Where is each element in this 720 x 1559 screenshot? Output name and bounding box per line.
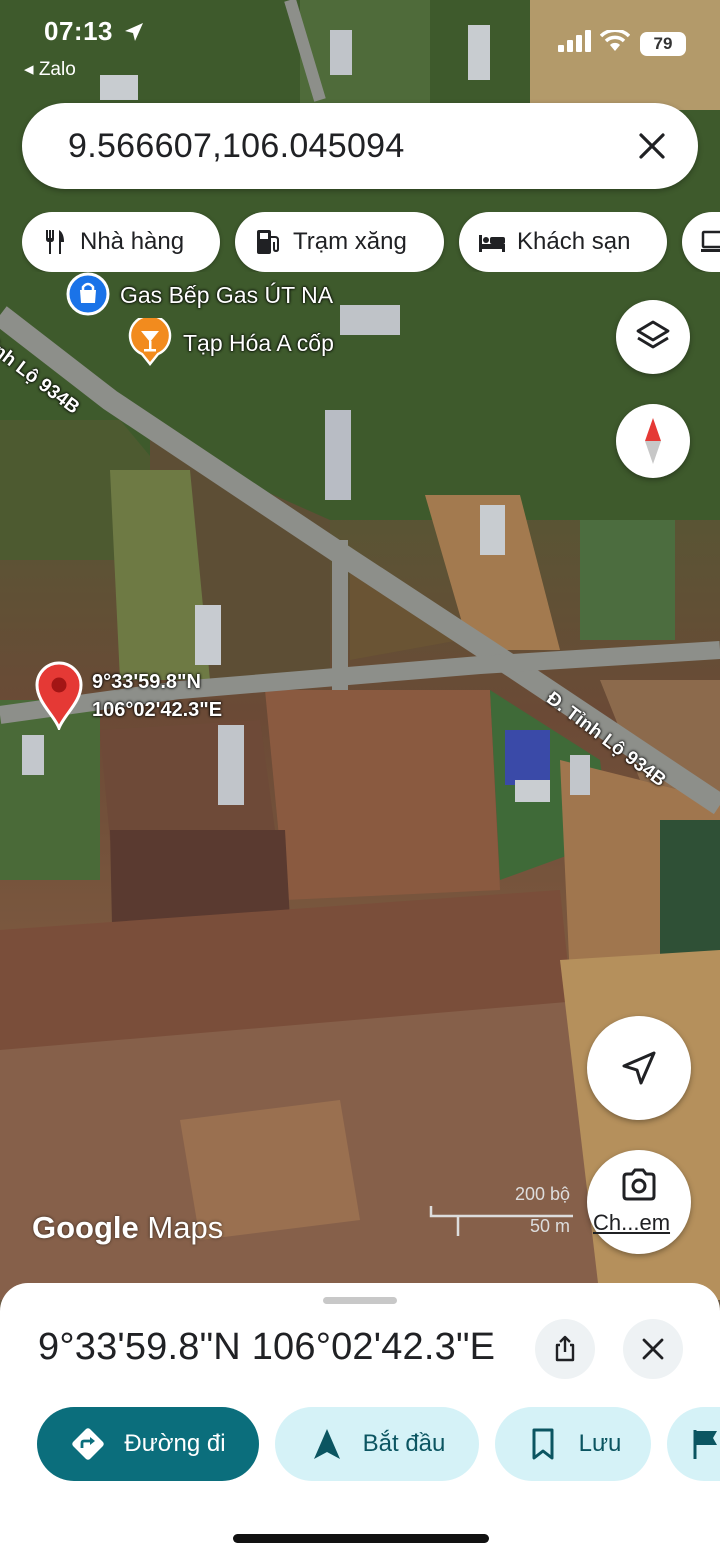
chip-hotels[interactable]: Khách sạn bbox=[459, 212, 667, 272]
search-query-text[interactable]: 9.566607,106.045094 bbox=[68, 127, 405, 166]
wifi-icon bbox=[600, 30, 630, 51]
place-title: 9°33'59.8"N 106°02'42.3"E bbox=[38, 1326, 496, 1368]
back-to-app-link[interactable]: ◂ Zalo bbox=[24, 58, 76, 81]
chip-gas-stations[interactable]: Trạm xăng bbox=[235, 212, 444, 272]
save-button[interactable]: Lưu bbox=[495, 1407, 651, 1481]
chip-more[interactable] bbox=[682, 212, 720, 272]
category-chips: Nhà hàng Trạm xăng Khách sạn bbox=[22, 212, 720, 272]
camera-icon bbox=[622, 1168, 656, 1201]
poi-label-grocery[interactable]: Tạp Hóa A cốp bbox=[183, 330, 334, 357]
camera-button[interactable]: Ch...em bbox=[587, 1150, 691, 1254]
close-sheet-button[interactable] bbox=[623, 1319, 683, 1379]
scale-imperial: 200 bộ bbox=[514, 1184, 570, 1204]
chip-label: Nhà hàng bbox=[80, 228, 185, 255]
start-button[interactable]: Bắt đầu bbox=[275, 1407, 479, 1481]
location-arrow-icon bbox=[125, 23, 143, 41]
place-bottom-sheet[interactable]: 9°33'59.8"N 106°02'42.3"E Đường đi Bắt đ… bbox=[0, 1283, 720, 1559]
scale-metric: 50 m bbox=[529, 1216, 570, 1236]
logo-maps: Maps bbox=[147, 1210, 224, 1245]
layers-icon bbox=[636, 320, 670, 349]
share-button[interactable] bbox=[535, 1319, 595, 1379]
bookmark-icon bbox=[532, 1428, 554, 1460]
status-time: 07:13 bbox=[44, 16, 113, 46]
cellular-signal-icon bbox=[558, 30, 591, 52]
more-action-button[interactable] bbox=[667, 1407, 720, 1481]
home-indicator[interactable] bbox=[233, 1534, 489, 1543]
camera-label: Ch...em bbox=[593, 1210, 671, 1235]
gas-station-icon bbox=[257, 230, 279, 254]
monitor-icon bbox=[701, 230, 720, 252]
close-icon bbox=[642, 1338, 664, 1360]
poi-label-gas-shop[interactable]: Gas Bếp Gas ÚT NA bbox=[120, 282, 333, 309]
google-maps-logo: Google Maps bbox=[32, 1210, 223, 1246]
start-label: Bắt đầu bbox=[362, 1430, 446, 1457]
close-icon[interactable] bbox=[636, 130, 668, 162]
navigation-icon bbox=[313, 1429, 340, 1459]
compass-icon bbox=[645, 418, 661, 464]
navigation-arrow-icon bbox=[622, 1051, 656, 1085]
save-label: Lưu bbox=[578, 1430, 622, 1457]
chip-restaurants[interactable]: Nhà hàng bbox=[22, 212, 220, 272]
cocktail-icon[interactable] bbox=[128, 318, 172, 366]
sheet-drag-handle[interactable] bbox=[323, 1297, 397, 1304]
my-location-button[interactable] bbox=[587, 1016, 691, 1120]
battery-indicator: 79 bbox=[640, 32, 686, 56]
action-buttons: Đường đi Bắt đầu Lưu bbox=[0, 1407, 720, 1483]
layers-button[interactable] bbox=[616, 300, 690, 374]
compass-button[interactable] bbox=[616, 404, 690, 478]
chip-label: Trạm xăng bbox=[293, 228, 407, 255]
map-scale: 200 bộ 50 m bbox=[428, 1184, 578, 1240]
directions-button[interactable]: Đường đi bbox=[37, 1407, 259, 1481]
red-pin-icon[interactable] bbox=[34, 660, 84, 730]
pin-latitude: 9°33'59.8"N bbox=[92, 671, 201, 693]
pin-coordinates-label: 9°33'59.8"N 106°02'42.3"E bbox=[92, 668, 222, 724]
shopping-bag-icon[interactable] bbox=[66, 272, 110, 320]
status-bar: 07:13 ◂ Zalo 79 bbox=[0, 0, 720, 90]
utensils-icon bbox=[46, 230, 64, 254]
logo-google: Google bbox=[32, 1210, 139, 1245]
search-bar[interactable]: 9.566607,106.045094 bbox=[22, 103, 698, 189]
pin-longitude: 106°02'42.3"E bbox=[92, 699, 223, 721]
chip-label: Khách sạn bbox=[517, 228, 631, 255]
directions-icon bbox=[72, 1428, 105, 1460]
directions-label: Đường đi bbox=[124, 1430, 226, 1457]
share-icon bbox=[555, 1335, 575, 1362]
flag-icon bbox=[693, 1430, 717, 1459]
bed-icon bbox=[479, 235, 505, 252]
